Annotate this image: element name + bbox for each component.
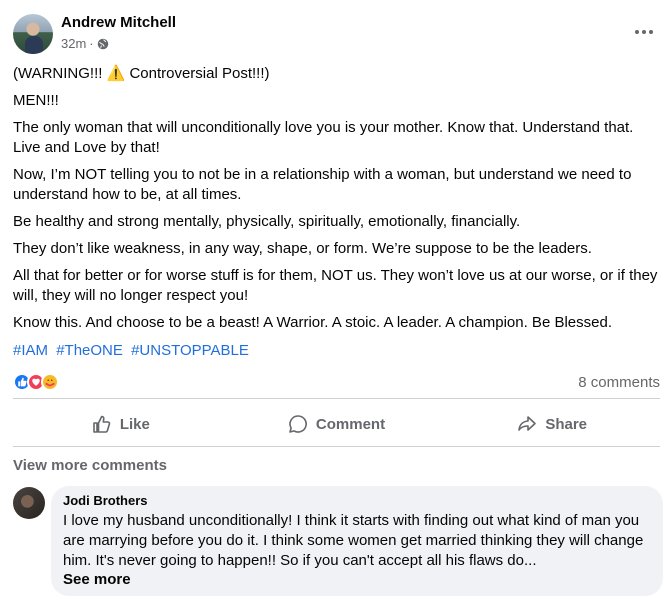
reaction-summary[interactable] xyxy=(13,372,59,392)
like-label: Like xyxy=(119,415,150,433)
comments-count-link[interactable]: 8 comments xyxy=(578,374,660,391)
comment-text: I love my husband unconditionally! I thi… xyxy=(63,512,644,569)
commenter-name[interactable]: Jodi Brothers xyxy=(63,493,651,508)
post-actions: Like Comment Share xyxy=(13,404,660,444)
post-meta: 32m · xyxy=(61,36,109,51)
see-more-link[interactable]: See more xyxy=(63,571,651,588)
post-time[interactable]: 32m xyxy=(61,36,86,51)
post-paragraph: MEN!!! xyxy=(13,92,59,109)
post-paragraph: (WARNING!!! ⚠️ Controversial Post!!!) xyxy=(13,65,270,82)
share-button[interactable]: Share xyxy=(444,404,660,444)
thumbs-up-icon xyxy=(93,415,111,433)
divider xyxy=(13,398,660,399)
post-paragraph: Know this. And choose to be a beast! A W… xyxy=(13,314,612,331)
care-reaction-icon xyxy=(41,373,59,391)
like-button[interactable]: Like xyxy=(13,404,229,444)
comment-label: Comment xyxy=(315,415,386,433)
meta-separator: · xyxy=(89,36,94,51)
post-paragraph: All that for better or for worse stuff i… xyxy=(13,267,658,304)
commenter-avatar[interactable] xyxy=(13,487,45,519)
hashtag-link[interactable]: #UNSTOPPABLE xyxy=(131,342,249,359)
hashtag-link[interactable]: #IAM xyxy=(13,342,48,359)
post-content: (WARNING!!! ⚠️ Controversial Post!!!) ME… xyxy=(13,64,663,340)
post-paragraph: Be healthy and strong mentally, physical… xyxy=(13,213,521,230)
post-paragraph: They don’t like weakness, in any way, sh… xyxy=(13,240,592,257)
comment-bubble-icon xyxy=(289,415,307,433)
post-paragraph: Now, I’m NOT telling you to not be in a … xyxy=(13,166,632,203)
share-arrow-icon xyxy=(518,416,537,431)
comment-bubble: Jodi Brothers I love my husband uncondit… xyxy=(51,486,663,596)
hashtags: #IAM #TheONE #UNSTOPPABLE xyxy=(13,342,253,359)
globe-icon[interactable] xyxy=(97,38,109,50)
author-name[interactable]: Andrew Mitchell xyxy=(61,14,176,31)
hashtag-link[interactable]: #TheONE xyxy=(56,342,123,359)
more-options-icon[interactable] xyxy=(628,18,660,46)
facebook-post: Andrew Mitchell 32m · (WARNING!!! ⚠️ Con… xyxy=(0,0,671,600)
divider xyxy=(13,446,660,447)
view-more-comments-link[interactable]: View more comments xyxy=(13,457,167,474)
comment-button[interactable]: Comment xyxy=(229,404,445,444)
author-avatar[interactable] xyxy=(13,14,53,54)
share-label: Share xyxy=(545,415,588,433)
post-paragraph: The only woman that will unconditionally… xyxy=(13,119,634,156)
